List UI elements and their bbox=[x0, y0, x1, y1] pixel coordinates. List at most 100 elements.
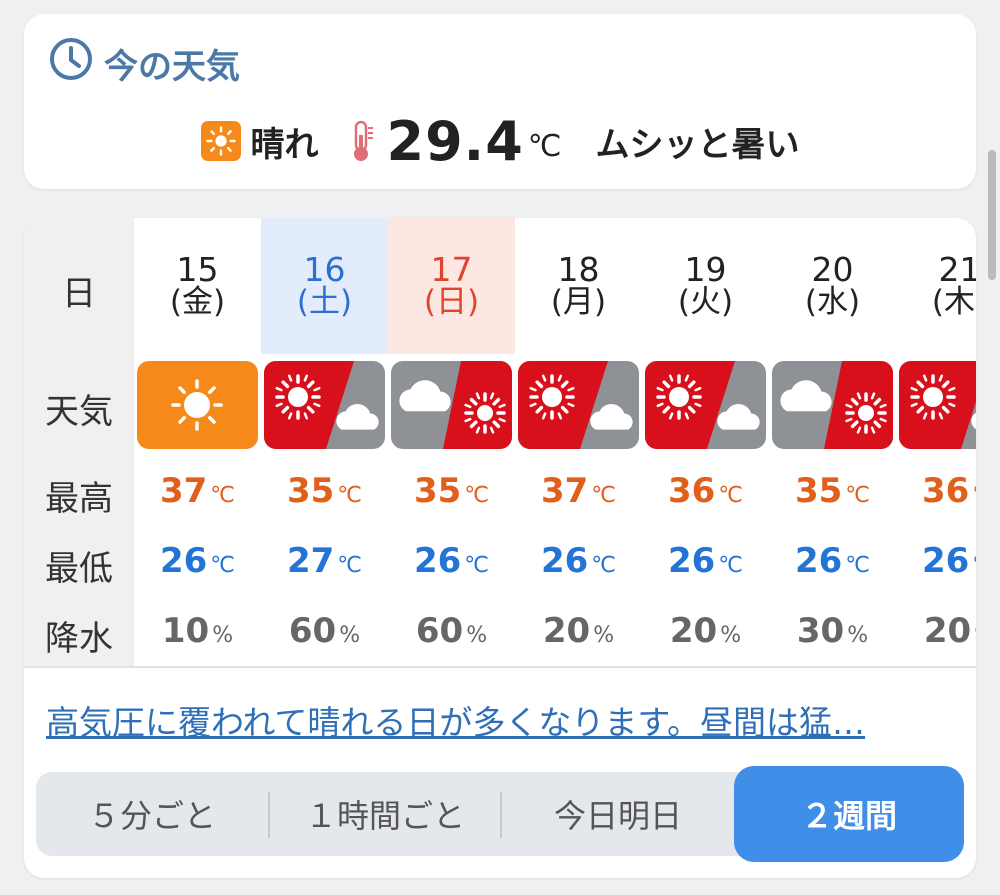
temp-unit: ℃ bbox=[972, 553, 976, 578]
low-temp-value: 26 bbox=[540, 541, 589, 581]
high-temp: 35 ℃ bbox=[769, 471, 896, 511]
low-temp: 27 ℃ bbox=[261, 541, 388, 581]
current-weather-card: 今の天気 晴れ 29.4 ℃ ムシッと暑い bbox=[24, 14, 976, 189]
low-temp: 26℃ bbox=[515, 541, 642, 581]
day-number: 16 bbox=[303, 250, 346, 289]
day-header: 18 (月) bbox=[515, 218, 642, 354]
tab-2weeks[interactable]: ２週間 bbox=[734, 766, 964, 862]
temperature-unit: ℃ bbox=[527, 128, 562, 164]
temp-unit: ℃ bbox=[210, 483, 236, 508]
temp-unit: ℃ bbox=[591, 483, 617, 508]
cloudy-then-very-hot-icon bbox=[391, 361, 512, 449]
day-weekday: (月) bbox=[550, 284, 607, 320]
day-header: 21 (木) bbox=[896, 218, 976, 354]
low-temp-value: 26 bbox=[921, 541, 970, 581]
precip-chance: 60% bbox=[388, 611, 515, 651]
precip-value: 20 bbox=[923, 611, 972, 651]
row-label-high: 最高 bbox=[45, 479, 113, 519]
current-weather-title: 今の天気 bbox=[104, 46, 240, 87]
low-temp: 26℃ bbox=[642, 541, 769, 581]
two-week-forecast-card: 日 天気 最高 最低 降水 15 (金) 37 ℃ 26 ℃ 10% 16 (土) … bbox=[24, 218, 976, 878]
precip-chance: 20% bbox=[642, 611, 769, 651]
precip-unit: % bbox=[847, 623, 869, 648]
low-temp: 26℃ bbox=[896, 541, 976, 581]
day-number: 17 bbox=[430, 250, 473, 289]
precip-unit: % bbox=[720, 623, 742, 648]
precip-unit: % bbox=[212, 623, 234, 648]
precip-unit: % bbox=[466, 623, 488, 648]
high-temp: 37 ℃ bbox=[515, 471, 642, 511]
very-hot-then-cloudy-icon bbox=[899, 361, 976, 449]
low-temp-value: 26 bbox=[413, 541, 462, 581]
day-weekday: (金) bbox=[169, 284, 226, 320]
high-temp: 36℃ bbox=[896, 471, 976, 511]
divider bbox=[24, 666, 976, 668]
sunny-icon bbox=[137, 361, 258, 449]
day-header: 15 (金) bbox=[134, 218, 261, 354]
temp-unit: ℃ bbox=[845, 483, 871, 508]
low-temp: 26℃ bbox=[388, 541, 515, 581]
precip-unit: % bbox=[339, 623, 361, 648]
temp-unit: ℃ bbox=[337, 483, 363, 508]
precip-value: 60 bbox=[415, 611, 464, 651]
precip-value: 30 bbox=[796, 611, 845, 651]
day-weekday: (日) bbox=[423, 284, 480, 320]
temp-unit: ℃ bbox=[845, 553, 871, 578]
high-temp-value: 37 bbox=[540, 471, 589, 511]
very-hot-then-cloudy-icon bbox=[264, 361, 385, 449]
tab-today-tomorrow[interactable]: 今日明日 bbox=[502, 772, 734, 856]
page-scrollbar[interactable] bbox=[988, 150, 996, 280]
cloudy-then-very-hot-icon bbox=[772, 361, 893, 449]
very-hot-then-cloudy-icon bbox=[518, 361, 639, 449]
high-temp-value: 35 bbox=[286, 471, 335, 511]
clock-icon bbox=[48, 36, 94, 91]
day-weekday: (土) bbox=[296, 284, 353, 320]
row-label-weather: 天気 bbox=[45, 392, 113, 432]
tab-5min[interactable]: ５分ごと bbox=[36, 772, 268, 856]
tab-1hour[interactable]: １時間ごと bbox=[270, 772, 500, 856]
precip-chance: 60% bbox=[261, 611, 388, 651]
sun-icon bbox=[200, 121, 241, 161]
high-temp: 35 ℃ bbox=[261, 471, 388, 511]
precip-chance: 10% bbox=[134, 611, 261, 651]
row-label-low: 最低 bbox=[45, 549, 113, 589]
low-temp: 26℃ bbox=[769, 541, 896, 581]
low-temp-value: 26 bbox=[794, 541, 843, 581]
precip-value: 10 bbox=[161, 611, 210, 651]
temp-unit: ℃ bbox=[464, 553, 490, 578]
precip-value: 60 bbox=[288, 611, 337, 651]
forecast-summary-link[interactable]: 高気圧に覆われて晴れる日が多くなります。昼間は猛… bbox=[46, 696, 946, 744]
temp-unit: ℃ bbox=[337, 553, 363, 578]
thermometer-icon bbox=[349, 119, 375, 163]
day-header: 19 (火) bbox=[642, 218, 769, 354]
temp-unit: ℃ bbox=[718, 483, 744, 508]
row-label-day: 日 bbox=[62, 274, 96, 314]
period-segmented-control: ５分ごと １時間ごと 今日明日 ２週間 bbox=[36, 766, 964, 862]
high-temp-value: 35 bbox=[794, 471, 843, 511]
current-weather-row: 晴れ 29.4 ℃ ムシッと暑い bbox=[24, 106, 976, 176]
day-header: 17 (日) bbox=[388, 218, 515, 354]
low-temp-value: 26 bbox=[159, 541, 208, 581]
high-temp: 36℃ bbox=[642, 471, 769, 511]
day-weekday: (木) bbox=[931, 284, 976, 320]
precip-unit: % bbox=[593, 623, 615, 648]
day-header: 16 (土) bbox=[261, 218, 388, 354]
day-weekday: (火) bbox=[677, 284, 734, 320]
high-temp: 35 ℃ bbox=[388, 471, 515, 511]
temp-unit: ℃ bbox=[464, 483, 490, 508]
row-label-precip: 降水 bbox=[45, 619, 113, 659]
precip-chance: 20% bbox=[515, 611, 642, 651]
high-temp-value: 37 bbox=[159, 471, 208, 511]
high-temp-value: 36 bbox=[921, 471, 970, 511]
low-temp-value: 27 bbox=[286, 541, 335, 581]
low-temp: 26℃ bbox=[134, 541, 261, 581]
high-temp: 37 ℃ bbox=[134, 471, 261, 511]
temp-unit: ℃ bbox=[972, 483, 976, 508]
high-temp-value: 36 bbox=[667, 471, 716, 511]
precip-unit: % bbox=[974, 623, 976, 648]
temp-unit: ℃ bbox=[718, 553, 744, 578]
high-temp-value: 35 bbox=[413, 471, 462, 511]
temp-unit: ℃ bbox=[591, 553, 617, 578]
day-number: 20 bbox=[811, 250, 854, 289]
current-weather-header: 今の天気 bbox=[48, 36, 240, 91]
